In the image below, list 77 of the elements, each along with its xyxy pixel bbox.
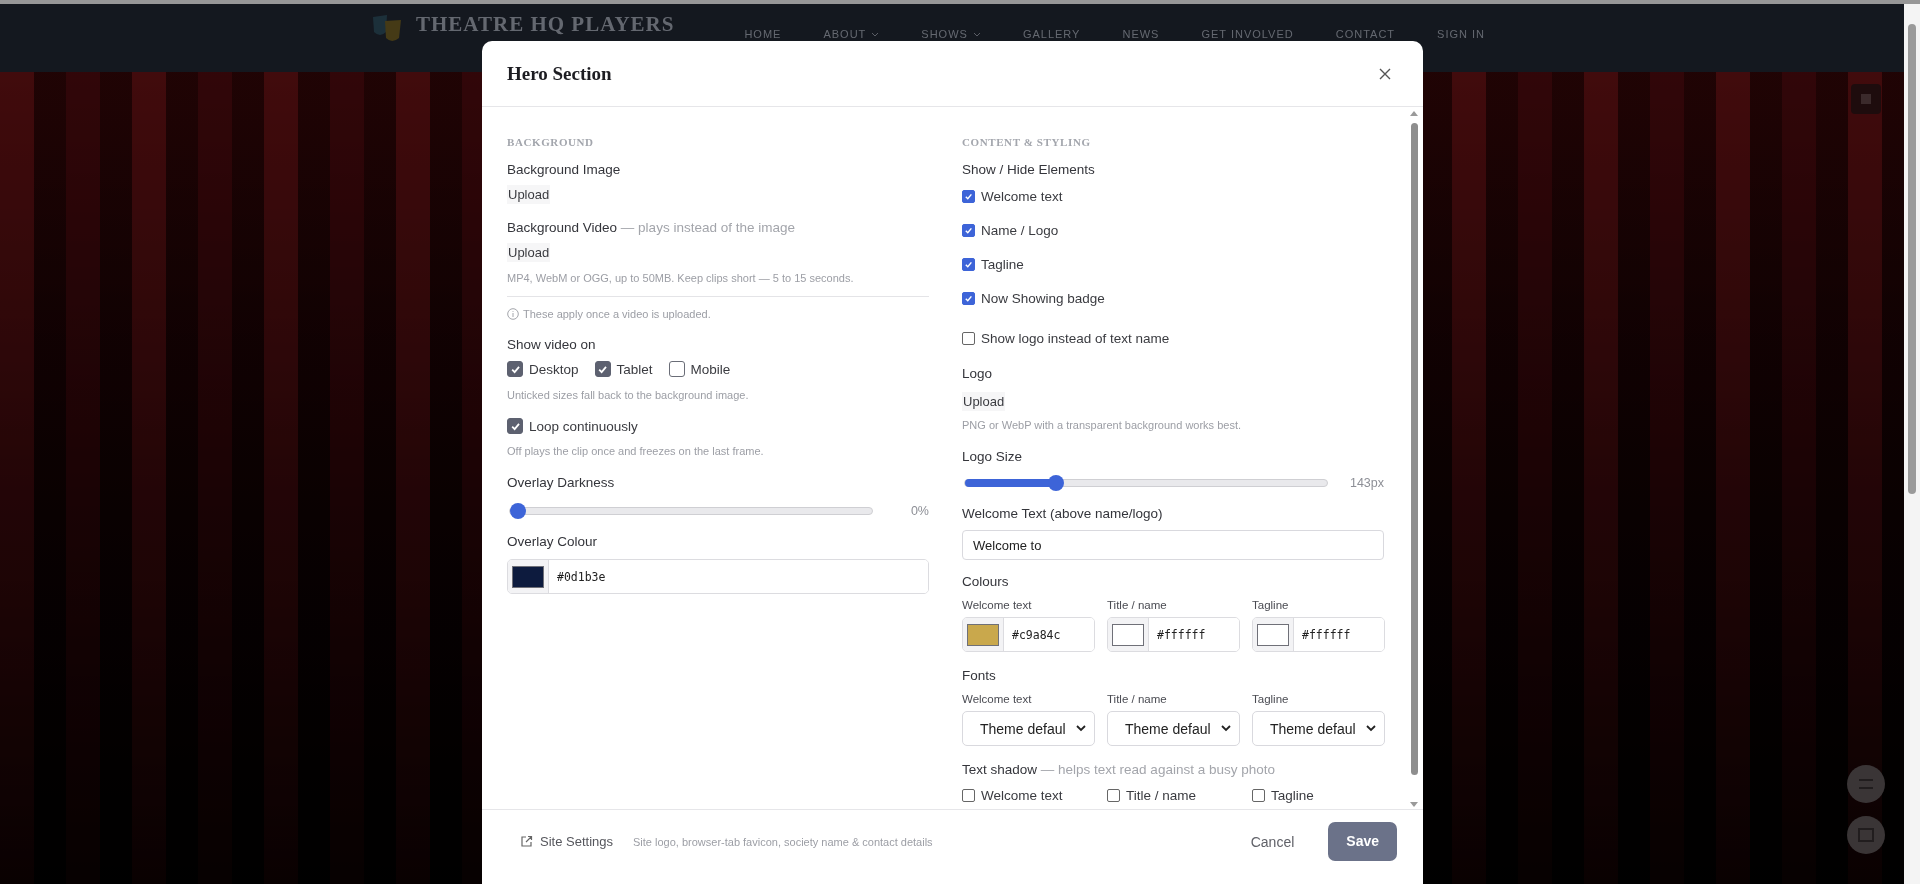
color-swatch[interactable] (1257, 623, 1289, 646)
scroll-up-icon[interactable] (1409, 109, 1419, 117)
field-label: Welcome text (962, 599, 1033, 611)
scrollbar[interactable] (1409, 109, 1419, 809)
hint-text: Off plays the clip once and freezes on the last frame. (507, 445, 764, 457)
checkbox[interactable]: Now Showing badge (962, 291, 1105, 306)
cancel-button[interactable]: Cancel (1244, 832, 1301, 851)
external-link-icon (520, 835, 533, 848)
checkbox[interactable]: Tablet (594, 361, 653, 377)
check-icon (597, 363, 609, 375)
field-label: Show video on (507, 337, 596, 352)
chevron-down-icon (1076, 725, 1086, 732)
chevron-down-icon (1366, 725, 1376, 732)
field-label: Text shadow — helps text read against a busy photo (962, 762, 1275, 777)
color-field[interactable]: #c9a84c (962, 617, 1095, 652)
field-label: Background Video — plays instead of the image (507, 220, 795, 235)
chevron-down-icon (1221, 725, 1231, 732)
field-label: Logo (962, 366, 993, 381)
checkbox[interactable]: Title / name (1107, 788, 1240, 803)
welcome-text-field[interactable]: Welcome to (962, 530, 1384, 560)
info-icon (507, 308, 519, 320)
field-label: Title / name (1107, 693, 1168, 705)
field-label: Overlay Darkness (507, 475, 615, 490)
color-field[interactable]: #ffffff (1252, 617, 1385, 652)
field-label: Tagline (1252, 599, 1290, 611)
hint-text: MP4, WebM or OGG, up to 50MB. Keep clips short — 5 to 15 seconds. (507, 272, 854, 284)
slider-value: 143px (1349, 476, 1384, 490)
color-swatch[interactable] (512, 565, 544, 588)
upload-button[interactable]: Upload (507, 185, 551, 204)
font-select[interactable]: Theme defaul (1252, 711, 1385, 746)
hint-text: These apply once a video is uploaded. (523, 308, 711, 320)
check-icon (964, 294, 973, 303)
slider-thumb[interactable] (510, 503, 526, 519)
checkbox[interactable]: Mobile (668, 361, 731, 377)
color-field[interactable]: #0d1b3e (507, 559, 929, 594)
checkbox[interactable]: Welcome text (962, 189, 1063, 204)
field-label: Logo Size (962, 449, 1023, 464)
slider-value: 0% (910, 504, 929, 518)
footer-description: Site logo, browser-tab favicon, society name & contact details (633, 835, 933, 848)
checkbox[interactable]: Desktop (507, 361, 579, 377)
field-label: Overlay Colour (507, 534, 598, 549)
checkbox[interactable]: Show logo instead of text name (962, 331, 1170, 346)
checkbox[interactable]: Loop continuously (507, 418, 638, 434)
field-label: Colours (962, 574, 1009, 589)
field-label: Welcome Text (above name/logo) (962, 506, 1163, 521)
field-label: Tagline (1252, 693, 1290, 705)
slider-thumb[interactable] (1047, 475, 1064, 491)
field-label: Title / name (1107, 599, 1168, 611)
check-icon (964, 192, 973, 201)
scrollbar[interactable] (1904, 4, 1920, 884)
color-swatch[interactable] (1112, 623, 1144, 646)
check-icon (964, 260, 973, 269)
section-heading: BACKGROUND (507, 136, 594, 148)
color-field[interactable]: #ffffff (1107, 617, 1240, 652)
checkbox[interactable]: Tagline (962, 257, 1024, 272)
field-label: Background Image (507, 162, 621, 177)
checkbox[interactable]: Name / Logo (962, 223, 1059, 238)
section-heading: CONTENT & STYLING (962, 136, 1091, 148)
upload-button[interactable]: Upload (507, 243, 551, 262)
field-label: Show / Hide Elements (962, 162, 1095, 177)
site-settings-link[interactable]: Site Settings (520, 834, 613, 849)
color-swatch[interactable] (967, 623, 999, 646)
check-icon (509, 363, 521, 375)
field-label: Fonts (962, 668, 996, 683)
scroll-down-icon[interactable] (1409, 801, 1419, 809)
font-select[interactable]: Theme defaul (1107, 711, 1240, 746)
font-select[interactable]: Theme defaul (962, 711, 1095, 746)
save-button[interactable]: Save (1328, 822, 1397, 861)
checkbox[interactable]: Welcome text (962, 788, 1095, 803)
check-icon (964, 226, 973, 235)
hint-text: PNG or WebP with a transparent background works best. (962, 419, 1241, 431)
checkbox[interactable]: Tagline (1252, 788, 1385, 803)
check-icon (509, 420, 521, 432)
upload-button[interactable]: Upload (962, 392, 1006, 411)
dialog-title: Hero Section (507, 62, 612, 85)
field-label: Welcome text (962, 693, 1033, 705)
hint-text: Unticked sizes fall back to the background image. (507, 389, 749, 401)
